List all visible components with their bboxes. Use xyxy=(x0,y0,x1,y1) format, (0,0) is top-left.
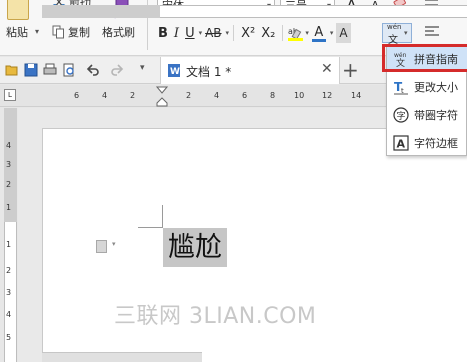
svg-text:A: A xyxy=(397,137,406,150)
ruler-number: 2 xyxy=(130,91,136,100)
menu-item-enclosed-char[interactable]: 字 带圈字符 xyxy=(387,101,467,128)
chevron-down-icon[interactable]: ▾ xyxy=(226,29,230,37)
tab-document-1[interactable]: W 文档 1 * ✕ xyxy=(160,57,340,84)
svg-text:字: 字 xyxy=(397,110,406,122)
chevron-down-icon[interactable]: ▾ xyxy=(112,240,116,248)
clipboard-paste-icon[interactable] xyxy=(7,0,29,20)
selected-text[interactable]: 尴尬 xyxy=(163,228,227,267)
ruler-number: 4 xyxy=(6,141,12,150)
print-icon[interactable] xyxy=(43,63,57,77)
paragraph-layout-icon[interactable] xyxy=(96,240,107,253)
char-border-icon: A xyxy=(393,134,409,151)
ruler-number: 4 xyxy=(214,91,220,100)
close-icon[interactable]: ✕ xyxy=(321,61,333,77)
menu-item-label: 更改大小 xyxy=(414,80,458,94)
underline-button[interactable]: U xyxy=(182,23,198,43)
font-color-glyph: A xyxy=(314,24,324,40)
menu-item-change-case[interactable]: T t 更改大小 xyxy=(387,73,467,100)
ruler-number: 3 xyxy=(6,288,12,297)
ruler-number: 1 xyxy=(6,203,12,212)
toolbar-divider xyxy=(282,25,284,41)
margin-corner-mark xyxy=(138,227,163,228)
ruler-number: 6 xyxy=(242,91,248,100)
subscript-button[interactable]: X₂ xyxy=(258,23,278,43)
paste-button[interactable]: 粘贴 xyxy=(6,24,28,40)
highlight-annotation-frame xyxy=(382,44,467,72)
copy-button[interactable]: 复制 xyxy=(52,24,90,40)
char-shading-button[interactable]: A xyxy=(336,23,351,43)
enclosed-char-icon: 字 xyxy=(393,106,409,123)
ruler-number: 1 xyxy=(6,240,12,249)
watermark: 三联网 3LIAN.COM xyxy=(114,304,317,329)
ruler-number: 4 xyxy=(6,310,12,319)
change-case-icon: T t xyxy=(394,80,408,95)
horizontal-scrollbar[interactable] xyxy=(42,352,202,362)
margin-corner-mark xyxy=(162,205,163,228)
tab-stop-selector[interactable]: L xyxy=(4,89,16,101)
bold-button[interactable]: B xyxy=(155,23,171,43)
font-color-swatch xyxy=(311,38,326,42)
indent-marker-icon[interactable] xyxy=(156,86,168,107)
italic-button[interactable]: I xyxy=(171,23,182,43)
copy-label: 复制 xyxy=(68,26,90,39)
ruler-number: 2 xyxy=(6,180,12,189)
ruler-number: 3 xyxy=(6,160,12,169)
ruler-number: 4 xyxy=(102,91,108,100)
superscript-button[interactable]: X² xyxy=(238,23,258,43)
highlight-icon[interactable]: ab xyxy=(287,25,304,41)
menu-item-label: 字符边框 xyxy=(414,136,458,150)
open-folder-icon[interactable] xyxy=(5,63,19,77)
menu-item-label: 带圈字符 xyxy=(414,108,458,122)
document-icon: W xyxy=(168,64,180,77)
font-color-button[interactable]: A xyxy=(309,23,329,43)
undo-icon[interactable] xyxy=(86,63,100,77)
menu-item-char-border[interactable]: A 字符边框 xyxy=(387,129,467,156)
pinyin-guide-button[interactable]: wén 文 ▾ xyxy=(382,23,412,46)
pinyin-top-label: wén xyxy=(387,23,402,31)
svg-text:W: W xyxy=(170,67,180,77)
ruler-number: 5 xyxy=(6,333,12,342)
ruler-number: 12 xyxy=(322,91,333,100)
format-painter-button[interactable]: 格式刷 xyxy=(102,24,135,40)
ruler-margin-left xyxy=(42,5,160,18)
print-preview-icon[interactable] xyxy=(62,63,76,77)
save-icon[interactable] xyxy=(24,63,38,77)
copy-icon xyxy=(52,25,64,39)
ruler-number: 8 xyxy=(270,91,276,100)
toolbar-divider xyxy=(233,25,235,41)
chevron-down-icon[interactable]: ▾ xyxy=(330,29,334,37)
document-tab-label: 文档 1 * xyxy=(186,65,232,79)
redo-icon[interactable] xyxy=(110,63,124,77)
ruler-number: 6 xyxy=(74,91,80,100)
align-left-icon[interactable] xyxy=(424,25,440,39)
ruler-number: 14 xyxy=(351,91,362,100)
ruler-number: 2 xyxy=(186,91,192,100)
add-tab-button[interactable]: + xyxy=(342,58,359,82)
ruler-number: 2 xyxy=(6,266,12,275)
ruler-number: 10 xyxy=(294,91,305,100)
font-format-toolbar: B I U ▾ AB ▾ X² X₂ ab ▾ A ▾ A xyxy=(155,23,351,43)
chevron-down-icon[interactable]: ▾ xyxy=(35,27,39,36)
customize-toolbar-caret[interactable]: ▾ xyxy=(140,63,145,73)
chevron-down-icon[interactable]: ▾ xyxy=(404,29,408,37)
strikethrough-button[interactable]: AB xyxy=(202,23,224,43)
